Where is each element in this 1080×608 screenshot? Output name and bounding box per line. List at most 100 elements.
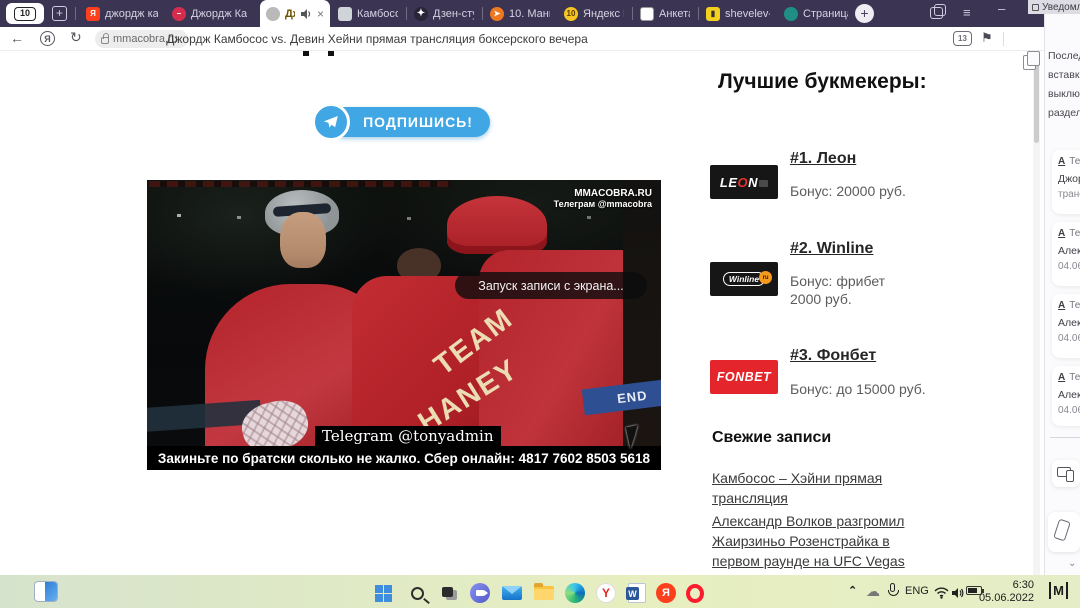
- tab-10[interactable]: Страница в: [778, 0, 854, 27]
- recent-posts-title: Свежие записи: [712, 429, 832, 446]
- devices-icon: [1057, 467, 1074, 482]
- tray-clock[interactable]: 6:30 05.06.2022: [979, 579, 1034, 605]
- clipboard-card[interactable]: AТек Алексан 04.06.20: [1052, 366, 1080, 426]
- telegram-plane-icon: [312, 103, 350, 141]
- search-button[interactable]: [406, 582, 428, 604]
- bookmark-flag-icon[interactable]: ⚑: [981, 30, 993, 46]
- tab-separator: [75, 7, 76, 20]
- tab-9[interactable]: ▮ shevelev-tra: [700, 0, 776, 27]
- notifications-header[interactable]: Уведомл: [1028, 0, 1080, 14]
- tab-8[interactable]: Анкета: [634, 0, 696, 27]
- fonbet-logo[interactable]: FONBET: [710, 360, 778, 394]
- red-cap: [447, 196, 547, 254]
- mail-icon: [502, 586, 522, 600]
- arena-lights: [177, 214, 181, 217]
- tab-3-active[interactable]: Джор ×: [260, 0, 330, 27]
- zen-favicon: ✦: [414, 6, 428, 21]
- tab-separator: [406, 7, 407, 20]
- chart-favicon: ▮: [706, 6, 720, 21]
- tab-4[interactable]: Камбосос -: [332, 0, 404, 27]
- search-icon: [410, 586, 424, 600]
- clipped-heading-fragment: [328, 51, 334, 56]
- address-bar: ← Я ↻ mmacobra.ru Джордж Камбосос vs. Де…: [0, 27, 1044, 51]
- clipboard-card[interactable]: AТек Алексан 04.06.20: [1052, 222, 1080, 286]
- phone-button[interactable]: [1048, 512, 1080, 552]
- edge-button[interactable]: [564, 582, 586, 604]
- clipboard-card[interactable]: AТек Джордж трансля: [1052, 150, 1080, 214]
- panel-info-line: разделе: [1048, 107, 1080, 119]
- tab-6[interactable]: ➤ 10. Мани-м: [484, 0, 556, 27]
- ring-banner-text: END: [616, 387, 649, 406]
- tab-label: джордж ка: [105, 7, 158, 20]
- page-favicon: [338, 6, 352, 21]
- video-player[interactable]: END TEAM HANEY MMACOBRA.RU Телеграм @mma…: [147, 180, 661, 470]
- tab-label: Джордж Ка: [191, 7, 248, 20]
- widgets-icon: [45, 582, 57, 601]
- site-favicon: [266, 6, 280, 21]
- clipboard-card[interactable]: AТек Алексан 04.06.20: [1052, 294, 1080, 358]
- add-tab-button[interactable]: +: [855, 4, 874, 23]
- browser-tab-bar: 10 + Я джордж ка – Джордж Ка Джор × Камб…: [0, 0, 1080, 27]
- tab-close-icon[interactable]: ×: [317, 8, 324, 20]
- video-top-text-blur: [149, 181, 451, 187]
- bookmaker-link-fonbet[interactable]: #3. Фонбет: [790, 347, 876, 365]
- winline-logo[interactable]: Winline ru: [710, 262, 778, 296]
- notifications-label: Уведомл: [1042, 1, 1080, 13]
- yandex-app-button[interactable]: Я: [655, 582, 677, 604]
- tab-audio-icon[interactable]: [300, 8, 312, 20]
- browser-menu-icon[interactable]: ≡: [963, 6, 971, 20]
- copy-pages-icon[interactable]: [1023, 51, 1040, 70]
- subscribe-label: ПОДПИШИСЬ!: [363, 114, 473, 130]
- home-icon: 10: [14, 6, 36, 21]
- word-icon: W: [626, 583, 646, 603]
- opera-button[interactable]: [684, 582, 706, 604]
- page-scrollbar[interactable]: [1033, 51, 1040, 575]
- yandex-app-icon: Я: [656, 583, 676, 603]
- divider: [1050, 437, 1080, 438]
- tray-app-icon[interactable]: М: [1049, 582, 1068, 599]
- devices-button[interactable]: [1052, 460, 1080, 487]
- stream-watermark: MMACOBRA.RU Телеграм @mmacobra: [554, 188, 652, 209]
- panel-info-line: вставке: [1048, 69, 1080, 81]
- file-explorer-button[interactable]: [533, 582, 555, 604]
- yandex-ads-favicon: 10: [564, 6, 578, 21]
- page-title: Джордж Камбосос vs. Девин Хейни прямая т…: [166, 32, 588, 46]
- tray-expand-icon[interactable]: ⌃: [848, 584, 857, 597]
- tab-7[interactable]: 10 Яндекс Рек: [558, 0, 630, 27]
- onedrive-cloud-icon[interactable]: ☁: [866, 583, 880, 600]
- mail-button[interactable]: [501, 582, 523, 604]
- teams-chat-button[interactable]: [469, 582, 491, 604]
- new-tab-icon[interactable]: +: [52, 6, 67, 21]
- language-indicator[interactable]: ENG: [905, 585, 929, 597]
- tab-2[interactable]: – Джордж Ка: [166, 0, 258, 27]
- yandex-browser-icon: Y: [596, 583, 616, 603]
- window-minimize-icon[interactable]: –: [998, 2, 1005, 16]
- microphone-icon[interactable]: [888, 583, 899, 596]
- yandex-browser-button[interactable]: Y: [595, 582, 617, 604]
- tab-label: 10. Мани-м: [509, 7, 550, 20]
- bookmaker-link-winline[interactable]: #2. Winline: [790, 240, 873, 258]
- tab-groups-icon[interactable]: [930, 4, 946, 19]
- fonbet-bonus: Бонус: до 15000 руб.: [790, 381, 926, 397]
- start-button[interactable]: [372, 582, 394, 604]
- leon-logo[interactable]: LEON: [710, 165, 778, 199]
- chat-icon: [470, 583, 490, 603]
- widgets-button[interactable]: [34, 581, 58, 602]
- bookmaker-link-leon[interactable]: #1. Леон: [790, 150, 856, 168]
- text-format-icon: A: [1058, 372, 1066, 383]
- telegram-subscribe-button[interactable]: ПОДПИШИСЬ!: [312, 103, 490, 141]
- folder-icon: [534, 583, 554, 600]
- word-button[interactable]: W: [626, 582, 648, 604]
- panel-info-line: Послед: [1048, 50, 1080, 62]
- text-format-icon: A: [1058, 228, 1066, 239]
- text-format-icon: A: [1058, 300, 1066, 311]
- tab-5[interactable]: ✦ Дзен-студи: [408, 0, 480, 27]
- tray-date: 05.06.2022: [978, 592, 1034, 604]
- recent-post-link-1[interactable]: Камбосос – Хэйни прямая трансляция: [712, 468, 920, 508]
- tab-1[interactable]: Я джордж ка: [80, 0, 164, 27]
- collections-icon[interactable]: 13: [953, 31, 972, 46]
- task-view-button[interactable]: [438, 582, 460, 604]
- chevron-down-icon[interactable]: ⌄: [1068, 558, 1076, 569]
- yandex-favicon: Я: [86, 6, 100, 21]
- tabs-home-button[interactable]: 10: [6, 3, 44, 24]
